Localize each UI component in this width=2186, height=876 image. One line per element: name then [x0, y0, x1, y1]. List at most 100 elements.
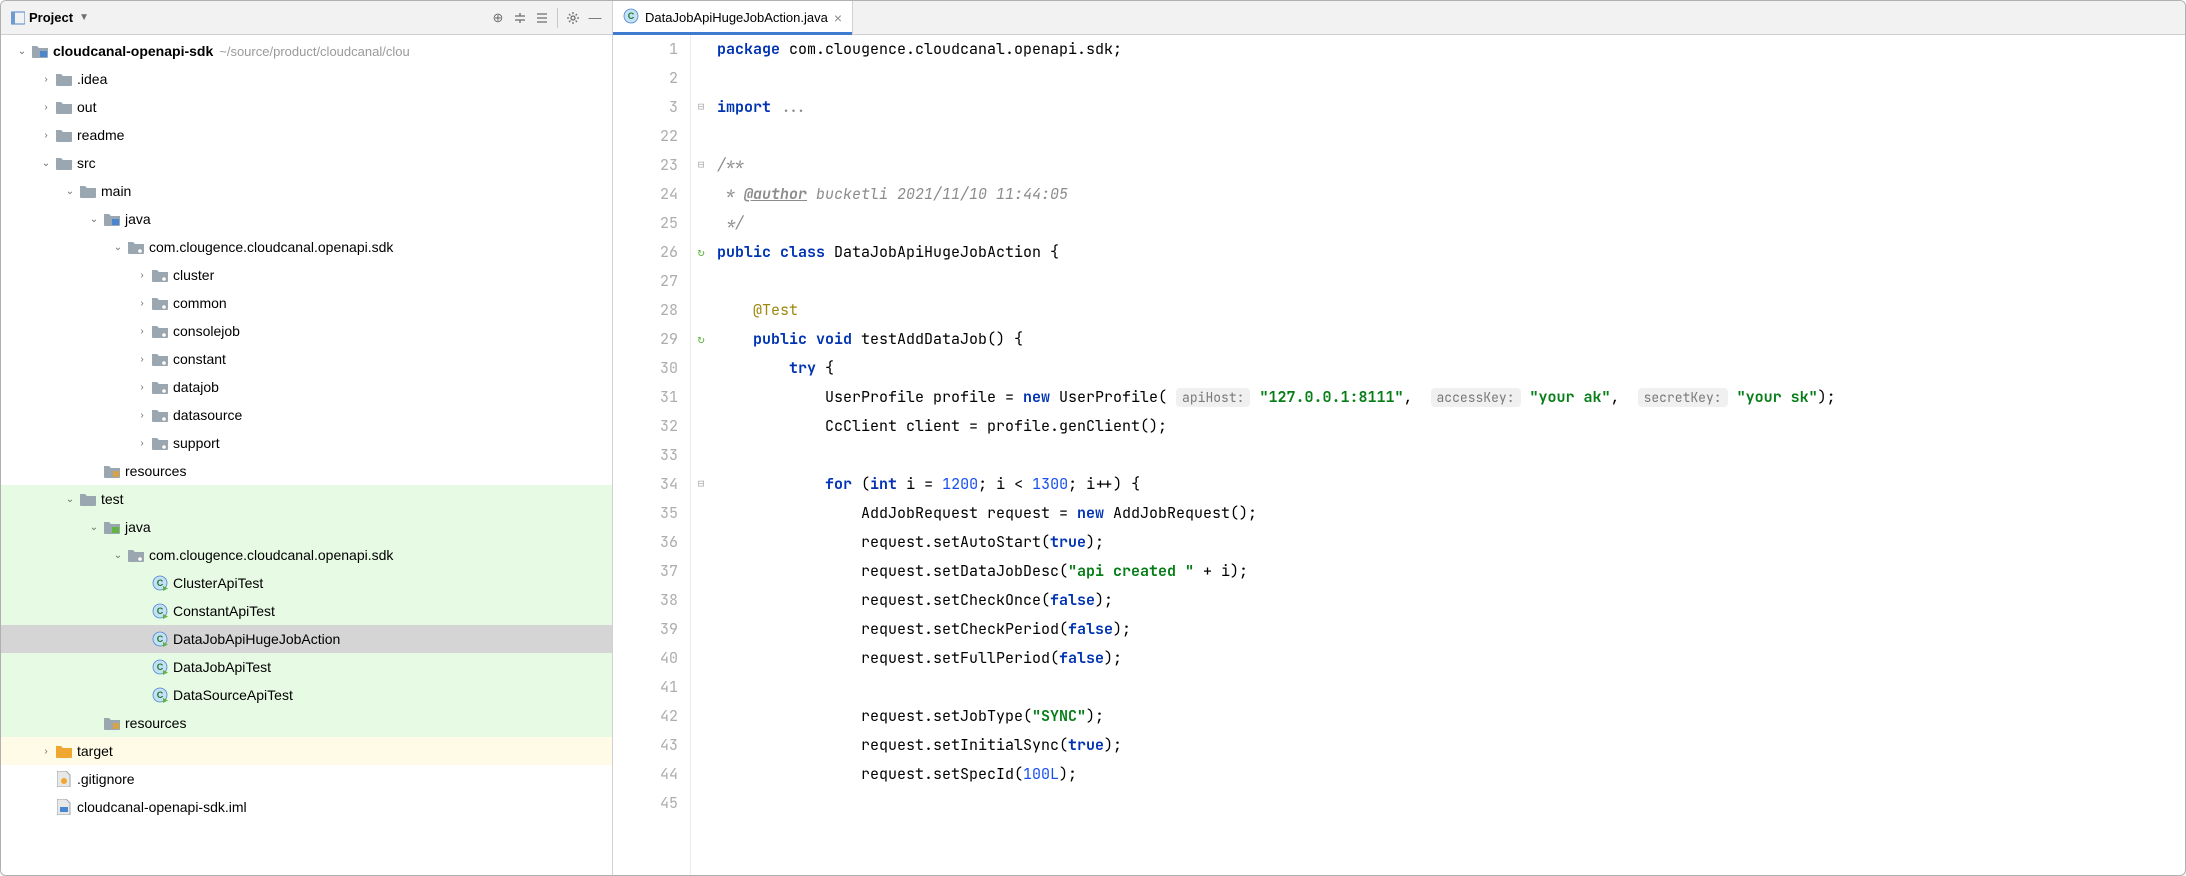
code-line[interactable]: for (int i = 1200; i < 1300; i++) {	[717, 470, 2185, 499]
line-number[interactable]: 43	[613, 731, 678, 760]
tree-twisty[interactable]: ›	[135, 382, 149, 393]
tree-node[interactable]: CDataSourceApiTest	[1, 681, 612, 709]
gear-icon[interactable]	[562, 7, 584, 29]
code-line[interactable]	[717, 673, 2185, 702]
hide-panel-icon[interactable]: —	[584, 7, 606, 29]
tree-twisty[interactable]: ›	[39, 74, 53, 85]
code-line[interactable]: AddJobRequest request = new AddJobReques…	[717, 499, 2185, 528]
line-number[interactable]: 24	[613, 180, 678, 209]
line-number-gutter[interactable]: 1232223242526272829303132333435363738394…	[613, 35, 691, 875]
code-line[interactable]	[717, 122, 2185, 151]
line-number[interactable]: 40	[613, 644, 678, 673]
project-tree[interactable]: ⌄cloudcanal-openapi-sdk~/source/product/…	[1, 35, 612, 875]
code-line[interactable]	[717, 441, 2185, 470]
code-line[interactable]	[717, 64, 2185, 93]
code-line[interactable]: public void testAddDataJob() {	[717, 325, 2185, 354]
code-line[interactable]: */	[717, 209, 2185, 238]
line-number[interactable]: 36	[613, 528, 678, 557]
tree-twisty[interactable]: ⌄	[39, 158, 53, 169]
code-line[interactable]: request.setCheckOnce(false);	[717, 586, 2185, 615]
tree-node[interactable]: ›datasource	[1, 401, 612, 429]
tree-node[interactable]: CDataJobApiTest	[1, 653, 612, 681]
fold-gutter-icon[interactable]: ⊟	[698, 470, 705, 499]
tree-twisty[interactable]: ›	[135, 326, 149, 337]
tree-node[interactable]: ⌄main	[1, 177, 612, 205]
code-line[interactable]: request.setJobType("SYNC");	[717, 702, 2185, 731]
line-number[interactable]: 39	[613, 615, 678, 644]
expand-all-icon[interactable]	[509, 7, 531, 29]
code-line[interactable]: public class DataJobApiHugeJobAction {	[717, 238, 2185, 267]
gutter-mark[interactable]: ↻	[691, 238, 711, 267]
code-line[interactable]: package com.clougence.cloudcanal.openapi…	[717, 35, 2185, 64]
tree-node[interactable]: ⌄src	[1, 149, 612, 177]
line-number[interactable]: 41	[613, 673, 678, 702]
tree-twisty[interactable]: ›	[135, 438, 149, 449]
tree-node[interactable]: resources	[1, 709, 612, 737]
line-number[interactable]: 26	[613, 238, 678, 267]
gutter-marks[interactable]: ⊟ ⊟ ↻ ↻ ⊟	[691, 35, 711, 875]
tree-node[interactable]: ›datajob	[1, 373, 612, 401]
code-line[interactable]: request.setCheckPeriod(false);	[717, 615, 2185, 644]
code-line[interactable]	[717, 267, 2185, 296]
tree-node[interactable]: ⌄java	[1, 513, 612, 541]
tree-twisty[interactable]: ⌄	[87, 522, 101, 533]
tree-twisty[interactable]: ›	[135, 410, 149, 421]
line-number[interactable]: 2	[613, 64, 678, 93]
gutter-mark[interactable]: ⊟	[691, 93, 711, 122]
line-number[interactable]: 25	[613, 209, 678, 238]
tree-node[interactable]: CConstantApiTest	[1, 597, 612, 625]
tree-twisty[interactable]: ›	[135, 298, 149, 309]
line-number[interactable]: 31	[613, 383, 678, 412]
tree-twisty[interactable]: ⌄	[63, 494, 77, 505]
editor-tab-active[interactable]: C DataJobApiHugeJobAction.java ×	[613, 1, 853, 34]
code-line[interactable]: request.setSpecId(100L);	[717, 760, 2185, 789]
tree-node[interactable]: ⌄test	[1, 485, 612, 513]
tree-twisty[interactable]: ⌄	[63, 186, 77, 197]
run-gutter-icon[interactable]: ↻	[697, 325, 704, 354]
code-line[interactable]: request.setDataJobDesc("api created " + …	[717, 557, 2185, 586]
tree-node[interactable]: ⌄com.clougence.cloudcanal.openapi.sdk	[1, 541, 612, 569]
run-gutter-icon[interactable]: ↻	[697, 238, 704, 267]
chevron-down-icon[interactable]: ▼	[79, 12, 89, 23]
line-number[interactable]: 38	[613, 586, 678, 615]
line-number[interactable]: 32	[613, 412, 678, 441]
line-number[interactable]: 42	[613, 702, 678, 731]
fold-gutter-icon[interactable]: ⊟	[698, 151, 705, 180]
tree-twisty[interactable]: ›	[39, 102, 53, 113]
tree-node[interactable]: ⌄java	[1, 205, 612, 233]
tree-node[interactable]: ›cluster	[1, 261, 612, 289]
code-line[interactable]: * @author bucketli 2021/11/10 11:44:05	[717, 180, 2185, 209]
line-number[interactable]: 34	[613, 470, 678, 499]
line-number[interactable]: 35	[613, 499, 678, 528]
code-line[interactable]: try {	[717, 354, 2185, 383]
tree-node[interactable]: ›readme	[1, 121, 612, 149]
tree-node[interactable]: cloudcanal-openapi-sdk.iml	[1, 793, 612, 821]
code-area[interactable]: package com.clougence.cloudcanal.openapi…	[711, 35, 2185, 875]
line-number[interactable]: 30	[613, 354, 678, 383]
tree-node[interactable]: ⌄com.clougence.cloudcanal.openapi.sdk	[1, 233, 612, 261]
tree-twisty[interactable]: ›	[39, 746, 53, 757]
gutter-mark[interactable]: ↻	[691, 325, 711, 354]
tree-twisty[interactable]: ›	[39, 130, 53, 141]
gutter-mark[interactable]: ⊟	[691, 151, 711, 180]
close-icon[interactable]: ×	[834, 10, 842, 26]
gutter-mark[interactable]: ⊟	[691, 470, 711, 499]
tree-twisty[interactable]: ›	[135, 354, 149, 365]
code-line[interactable]: request.setFullPeriod(false);	[717, 644, 2185, 673]
code-line[interactable]: UserProfile profile = new UserProfile( a…	[717, 383, 2185, 412]
tree-twisty[interactable]: ⌄	[87, 214, 101, 225]
tree-twisty[interactable]: ⌄	[15, 46, 29, 57]
tree-node-selected[interactable]: CDataJobApiHugeJobAction	[1, 625, 612, 653]
line-number[interactable]: 27	[613, 267, 678, 296]
tree-node[interactable]: ›target	[1, 737, 612, 765]
code-line[interactable]	[717, 789, 2185, 818]
code-line[interactable]: request.setAutoStart(true);	[717, 528, 2185, 557]
line-number[interactable]: 33	[613, 441, 678, 470]
line-number[interactable]: 28	[613, 296, 678, 325]
tree-node[interactable]: resources	[1, 457, 612, 485]
tree-node[interactable]: ›out	[1, 93, 612, 121]
tree-node[interactable]: ⌄cloudcanal-openapi-sdk~/source/product/…	[1, 37, 612, 65]
tree-node[interactable]: ›common	[1, 289, 612, 317]
line-number[interactable]: 22	[613, 122, 678, 151]
line-number[interactable]: 37	[613, 557, 678, 586]
